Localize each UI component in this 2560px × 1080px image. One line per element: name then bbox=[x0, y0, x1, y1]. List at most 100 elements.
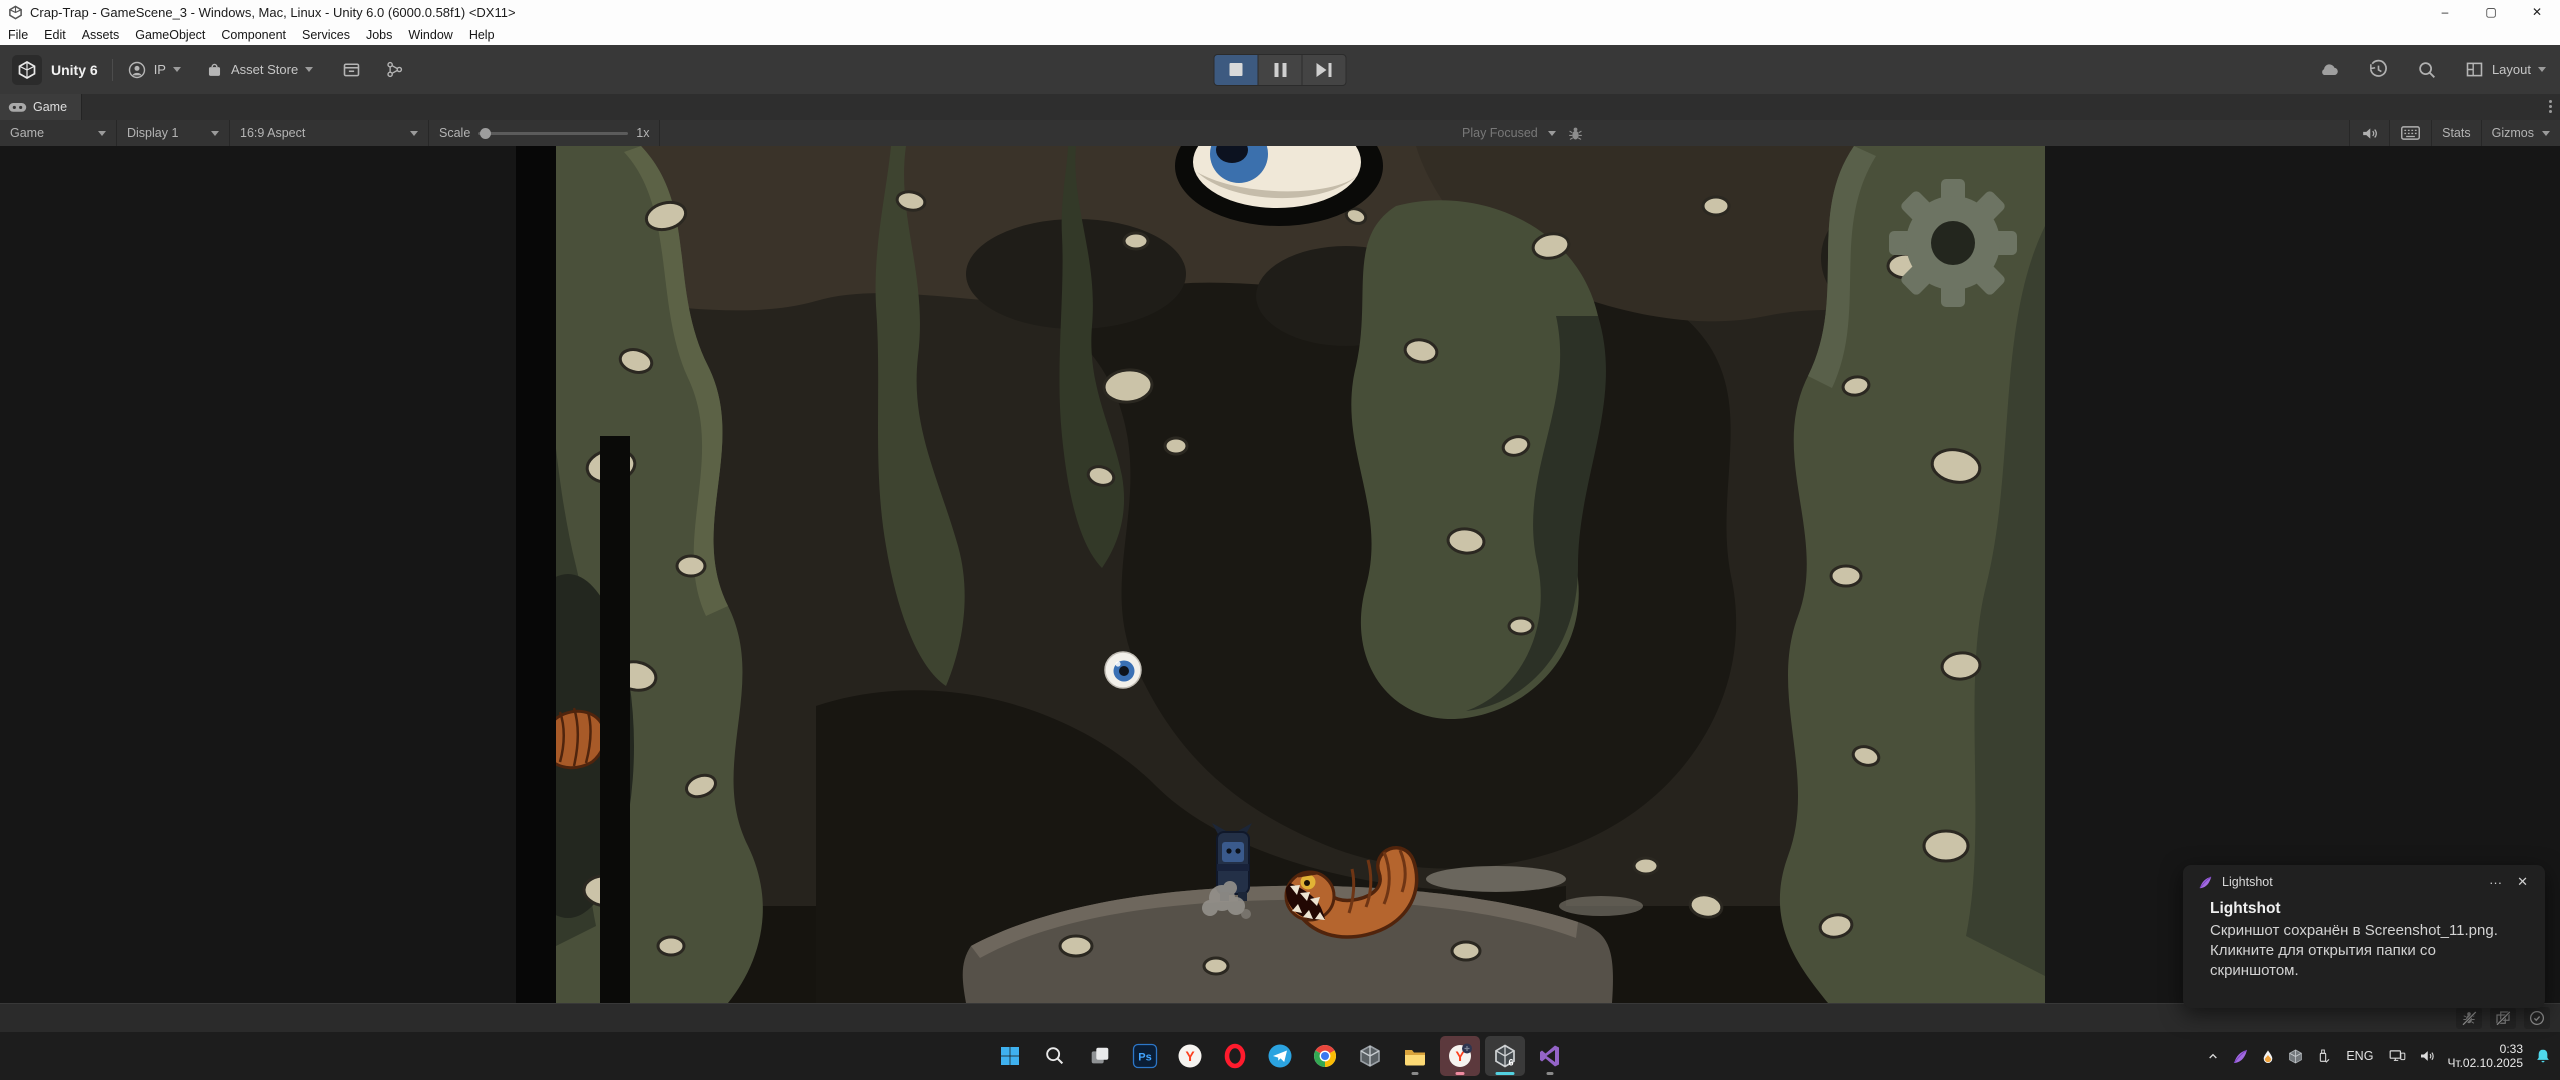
network-icon[interactable] bbox=[2388, 1047, 2407, 1065]
visual-studio-button[interactable] bbox=[1530, 1036, 1570, 1076]
toolbar-left: Unity 6 IP Asset Store bbox=[12, 45, 405, 94]
lightshot-feather-icon[interactable] bbox=[2232, 1048, 2249, 1065]
layers-muted-icon[interactable] bbox=[2490, 1007, 2516, 1029]
telegram-button[interactable] bbox=[1260, 1036, 1300, 1076]
taskbar-clock[interactable]: 0:33 Чт.02.10.2025 bbox=[2447, 1042, 2523, 1070]
tab-strip: Game bbox=[0, 94, 2560, 121]
settings-gear[interactable] bbox=[1889, 179, 2017, 307]
chevron-down-icon bbox=[2542, 131, 2550, 136]
search-icon[interactable] bbox=[2416, 59, 2438, 81]
chevron-down-icon bbox=[410, 131, 418, 136]
screen: Crap-Trap - GameScene_3 - Windows, Mac, … bbox=[0, 0, 2560, 1080]
undo-history-icon[interactable] bbox=[2367, 58, 2390, 81]
unity-hub-button[interactable] bbox=[1350, 1036, 1390, 1076]
gameview-toolbar: Game Display 1 16:9 Aspect Scale 1x Play… bbox=[0, 120, 2560, 147]
visual-studio-icon bbox=[1537, 1043, 1563, 1069]
clock-time: 0:33 bbox=[2447, 1042, 2523, 1056]
game-render bbox=[516, 146, 2045, 1003]
running-indicator bbox=[1547, 1072, 1554, 1075]
notification-close-button[interactable]: ✕ bbox=[2514, 874, 2531, 890]
taskbar-search-button[interactable] bbox=[1035, 1036, 1075, 1076]
vsync-keyboard-toggle[interactable] bbox=[2389, 120, 2431, 146]
notification-line3: скриншотом. bbox=[2210, 961, 2529, 981]
svg-text:6: 6 bbox=[1508, 1058, 1513, 1068]
pause-icon bbox=[1274, 63, 1286, 77]
aspect-ratio-dropdown[interactable]: 16:9 Aspect bbox=[230, 120, 429, 146]
step-icon bbox=[1317, 63, 1332, 77]
opera-icon bbox=[1222, 1043, 1248, 1069]
menu-gameobject[interactable]: GameObject bbox=[127, 28, 213, 42]
audio-mute-toggle[interactable] bbox=[2349, 120, 2389, 146]
chrome-icon bbox=[1312, 1043, 1338, 1069]
cloud-icon[interactable] bbox=[2317, 58, 2341, 82]
tab-options-kebab-icon[interactable] bbox=[2549, 100, 2552, 113]
menu-jobs[interactable]: Jobs bbox=[358, 28, 400, 42]
aspect-label: 16:9 Aspect bbox=[240, 126, 305, 140]
task-view-button[interactable] bbox=[1080, 1036, 1120, 1076]
bug-muted-icon[interactable] bbox=[2456, 1007, 2482, 1029]
unity-app-icon bbox=[8, 5, 23, 20]
drop-icon[interactable] bbox=[2260, 1048, 2276, 1065]
asset-store-menu[interactable]: Asset Store bbox=[205, 60, 313, 79]
unity-tray-icon[interactable] bbox=[2287, 1048, 2304, 1065]
stats-toggle[interactable]: Stats bbox=[2431, 120, 2481, 146]
layout-menu[interactable]: Layout bbox=[2464, 59, 2546, 80]
menu-edit[interactable]: Edit bbox=[36, 28, 74, 42]
gameview-mode-label: Game bbox=[10, 126, 44, 140]
chevron-up-icon[interactable] bbox=[2205, 1048, 2221, 1064]
close-button[interactable]: ✕ bbox=[2514, 0, 2560, 24]
display-dropdown[interactable]: Display 1 bbox=[117, 120, 230, 146]
play-controls bbox=[1214, 54, 1347, 86]
lightshot-notification[interactable]: Lightshot ··· ✕ Lightshot Скриншот сохра… bbox=[2183, 865, 2545, 1008]
gizmos-dropdown[interactable]: Gizmos bbox=[2481, 120, 2560, 146]
game-viewport[interactable] bbox=[516, 146, 2045, 1003]
menu-file[interactable]: File bbox=[0, 28, 36, 42]
chevron-down-icon bbox=[173, 67, 181, 72]
menu-help[interactable]: Help bbox=[461, 28, 503, 42]
opera-button[interactable] bbox=[1215, 1036, 1255, 1076]
tab-game-label: Game bbox=[33, 100, 67, 114]
photoshop-button[interactable]: Ps bbox=[1125, 1036, 1165, 1076]
yandex-browser-button[interactable]: Y bbox=[1170, 1036, 1210, 1076]
chrome-button[interactable] bbox=[1305, 1036, 1345, 1076]
notification-more-button[interactable]: ··· bbox=[2486, 875, 2505, 890]
menu-component[interactable]: Component bbox=[213, 28, 294, 42]
menu-assets[interactable]: Assets bbox=[74, 28, 128, 42]
unity-toolbar: Unity 6 IP Asset Store bbox=[0, 45, 2560, 95]
minimize-button[interactable]: – bbox=[2422, 0, 2468, 24]
window-controls: – ▢ ✕ bbox=[2422, 0, 2560, 24]
file-explorer-button[interactable] bbox=[1395, 1036, 1435, 1076]
play-focused-dropdown[interactable]: Play Focused bbox=[1462, 120, 1585, 146]
language-indicator[interactable]: ENG bbox=[2342, 1049, 2377, 1063]
volume-icon[interactable] bbox=[2418, 1047, 2436, 1065]
notification-header: Lightshot ··· ✕ bbox=[2183, 865, 2545, 890]
unity-hub-icon bbox=[1357, 1043, 1383, 1069]
scale-slider-knob[interactable] bbox=[480, 128, 491, 139]
pause-button[interactable] bbox=[1259, 54, 1303, 86]
maximize-button[interactable]: ▢ bbox=[2468, 0, 2514, 24]
activity-clock-icon[interactable] bbox=[2524, 1007, 2550, 1029]
play-focused-label: Play Focused bbox=[1462, 126, 1538, 140]
scale-slider[interactable] bbox=[478, 132, 628, 135]
notification-app-name: Lightshot bbox=[2222, 875, 2273, 889]
package-inbox-icon[interactable] bbox=[341, 59, 362, 80]
debug-bug-icon[interactable] bbox=[1566, 124, 1585, 143]
step-button[interactable] bbox=[1303, 54, 1347, 86]
speaker-icon bbox=[2360, 124, 2379, 143]
stop-button[interactable] bbox=[1214, 54, 1259, 86]
lightshot-feather-icon bbox=[2198, 875, 2213, 890]
notification-bell-icon[interactable] bbox=[2534, 1047, 2552, 1065]
notification-body[interactable]: Lightshot Скриншот сохранён в Screenshot… bbox=[2183, 890, 2545, 981]
gameview-mode-dropdown[interactable]: Game bbox=[0, 120, 117, 146]
version-control-icon[interactable] bbox=[384, 59, 405, 80]
display-label: Display 1 bbox=[127, 126, 178, 140]
tab-game[interactable]: Game bbox=[0, 94, 82, 120]
account-menu[interactable]: IP bbox=[127, 60, 181, 80]
yandex-browser-active-button[interactable]: Y bbox=[1440, 1036, 1480, 1076]
usb-device-icon[interactable] bbox=[2315, 1047, 2331, 1065]
unity-editor-button[interactable]: 6 bbox=[1485, 1036, 1525, 1076]
start-button[interactable] bbox=[990, 1036, 1030, 1076]
account-label: IP bbox=[154, 62, 166, 77]
menu-services[interactable]: Services bbox=[294, 28, 358, 42]
menu-window[interactable]: Window bbox=[400, 28, 460, 42]
